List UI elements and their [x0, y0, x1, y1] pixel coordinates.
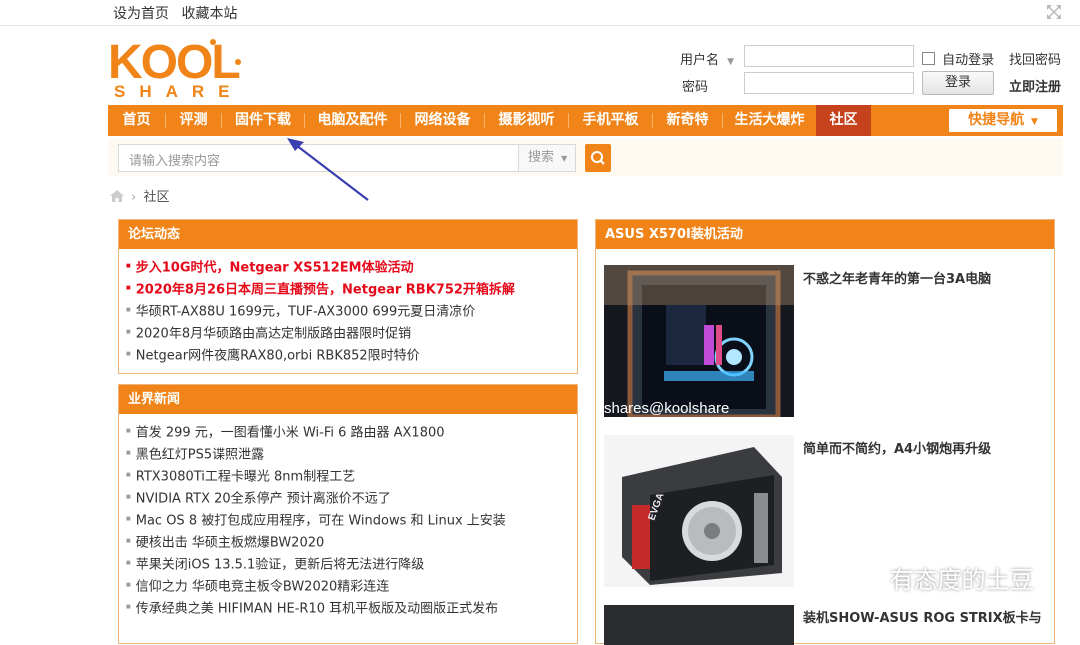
- watermark-text: 有态度的土豆: [889, 566, 1034, 594]
- list-item[interactable]: 黑色红灯PS5谍照泄露: [126, 444, 506, 466]
- post-title[interactable]: 不惑之年老青年的第一台3A电脑: [803, 268, 991, 287]
- nav-item-community[interactable]: 社区: [816, 105, 871, 136]
- register-link[interactable]: 立即注册: [1009, 76, 1061, 95]
- password-label: 密码: [682, 80, 709, 95]
- nav-item-network[interactable]: 网络设备: [401, 105, 484, 136]
- list-item[interactable]: NVIDIA RTX 20全系停产 预计离涨价不远了: [126, 488, 506, 510]
- event-panel-title: ASUS X570I装机活动: [596, 220, 1054, 249]
- chevron-down-icon: ▼: [561, 154, 568, 163]
- watermark: 有态度的土豆: [838, 560, 1034, 595]
- nav-item-gadgets[interactable]: 新奇特: [653, 105, 722, 136]
- breadcrumb: › 社区: [110, 186, 170, 205]
- list-item[interactable]: 传承经典之美 HIFIMAN HE-R10 耳机平板版及动圈版正式发布: [126, 598, 506, 620]
- home-icon[interactable]: [110, 190, 124, 202]
- username-label: 用户名: [680, 53, 720, 68]
- nav-item-home[interactable]: 首页: [108, 105, 165, 136]
- post-title[interactable]: 装机SHOW-ASUS ROG STRIX板卡与: [803, 607, 1042, 626]
- post-title[interactable]: 简单而不简约，A4小钢炮再升级: [803, 438, 991, 457]
- list-item[interactable]: 首发 299 元，一图看懂小米 Wi-Fi 6 路由器 AX1800: [126, 422, 506, 444]
- list-item[interactable]: 2020年8月26日本周三直播预告，Netgear RBK752开箱拆解: [126, 279, 515, 301]
- koolshare-logo[interactable]: KOOL SHARE: [108, 36, 248, 100]
- list-item[interactable]: 信仰之力 华硕电竞主板令BW2020精彩连连: [126, 576, 506, 598]
- search-icon: [591, 151, 605, 165]
- news-panel-title: 业界新闻: [119, 385, 577, 414]
- top-bar: 设为首页 收藏本站: [0, 0, 1080, 26]
- list-item[interactable]: 2020年8月华硕路由高达定制版路由器限时促销: [126, 323, 515, 345]
- search-type-select[interactable]: 搜索 ▼: [518, 144, 576, 172]
- username-label-row[interactable]: 用户名 ▼: [680, 49, 734, 68]
- quick-nav-button[interactable]: 快捷导航 ▼: [949, 109, 1057, 132]
- quick-nav-label: 快捷导航: [968, 112, 1025, 128]
- news-panel: 业界新闻 首发 299 元，一图看懂小米 Wi-Fi 6 路由器 AX1800 …: [118, 384, 578, 644]
- search-button[interactable]: [585, 144, 611, 172]
- forum-panel: 论坛动态 步入10G时代，Netgear XS512EM体验活动 2020年8月…: [118, 219, 578, 374]
- breadcrumb-current[interactable]: 社区: [143, 190, 169, 205]
- news-list: 首发 299 元，一图看懂小米 Wi-Fi 6 路由器 AX1800 黑色红灯P…: [126, 422, 506, 620]
- caret-down-icon: ▼: [1030, 117, 1038, 127]
- set-home-link[interactable]: 设为首页: [113, 6, 169, 22]
- password-input[interactable]: [744, 72, 914, 94]
- username-input[interactable]: [744, 45, 914, 67]
- list-item[interactable]: 华硕RT-AX88U 1699元，TUF-AX3000 699元夏日清凉价: [126, 301, 515, 323]
- main-nav: 首页 评测 固件下载 电脑及配件 网络设备 摄影视听 手机平板 新奇特 生活大爆…: [108, 105, 1063, 136]
- list-item[interactable]: 硬核出击 华硕主板燃爆BW2020: [126, 532, 506, 554]
- photo-caption: shares@koolshare: [604, 400, 729, 417]
- list-item[interactable]: RTX3080Ti工程卡曝光 8nm制程工艺: [126, 466, 506, 488]
- list-item[interactable]: 苹果关闭iOS 13.5.1验证，更新后将无法进行降级: [126, 554, 506, 576]
- nav-item-life[interactable]: 生活大爆炸: [723, 105, 816, 136]
- post-thumbnail[interactable]: shares@koolshare: [604, 265, 794, 417]
- breadcrumb-separator: ›: [131, 190, 137, 205]
- logo-text-bottom: SHARE: [114, 82, 244, 100]
- fullscreen-icon[interactable]: [1046, 4, 1062, 20]
- top-links: 设为首页 收藏本站: [113, 3, 245, 23]
- auto-login-row[interactable]: 自动登录: [922, 49, 994, 68]
- list-item[interactable]: Netgear网件夜鹰RAX80,orbi RBK852限时特价: [126, 345, 515, 367]
- pc-case-photo: shares@koolshare: [604, 265, 794, 417]
- mini-itx-case-photo: EVGA: [604, 435, 794, 587]
- recover-password-link[interactable]: 找回密码: [1009, 49, 1061, 68]
- list-item[interactable]: Mac OS 8 被打包成应用程序，可在 Windows 和 Linux 上安装: [126, 510, 506, 532]
- forum-list: 步入10G时代，Netgear XS512EM体验活动 2020年8月26日本周…: [126, 257, 515, 367]
- login-button[interactable]: 登录: [922, 71, 994, 95]
- list-item[interactable]: 步入10G时代，Netgear XS512EM体验活动: [126, 257, 515, 279]
- chevron-down-icon: ▼: [727, 57, 735, 67]
- nav-item-review[interactable]: 评测: [166, 105, 221, 136]
- search-type-label: 搜索: [528, 150, 555, 165]
- post-thumbnail[interactable]: EVGA: [604, 435, 794, 587]
- search-bar: 请输入搜索内容 搜索 ▼: [108, 138, 1063, 176]
- bookmark-link[interactable]: 收藏本站: [181, 6, 237, 22]
- post-thumbnail[interactable]: [604, 605, 794, 645]
- wechat-icon: [839, 568, 874, 594]
- nav-item-mobile[interactable]: 手机平板: [569, 105, 652, 136]
- nav-item-av[interactable]: 摄影视听: [485, 105, 568, 136]
- auto-login-label: 自动登录: [942, 53, 995, 68]
- annotation-arrow: [287, 138, 369, 201]
- forum-panel-title: 论坛动态: [119, 220, 577, 249]
- auto-login-checkbox[interactable]: [922, 52, 935, 65]
